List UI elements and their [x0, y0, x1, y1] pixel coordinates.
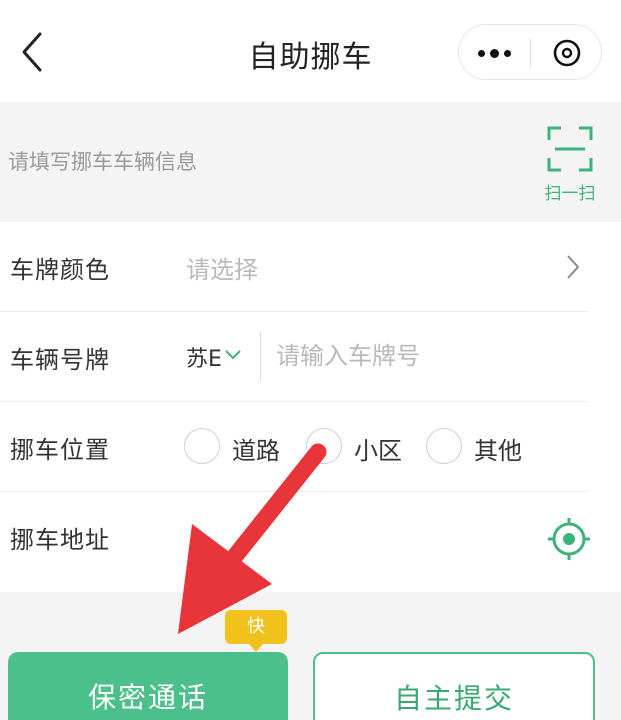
plate-number-input[interactable]: [276, 332, 576, 380]
radio-circle[interactable]: [306, 428, 342, 464]
scan-frame-icon: [547, 126, 593, 172]
plate-divider: [260, 332, 261, 382]
plate-prefix-value: 苏E: [186, 347, 222, 372]
fast-badge: 快: [225, 610, 287, 652]
address-row[interactable]: 挪车地址: [0, 492, 590, 592]
plate-number-label: 车辆号牌: [10, 346, 110, 374]
mini-program-capsule: [458, 24, 602, 80]
radio-road-label: 道路: [232, 437, 280, 465]
vehicle-info-bar: 请填写挪车车辆信息 扫一扫: [0, 102, 621, 222]
plate-color-label: 车牌颜色: [10, 256, 110, 284]
location-row: 挪车位置 道路 小区 其他: [0, 402, 588, 492]
radio-other-label: 其他: [474, 437, 522, 465]
plate-prefix-select[interactable]: 苏E: [186, 341, 241, 373]
radio-circle[interactable]: [184, 428, 220, 464]
scan-label: 扫一扫: [544, 184, 596, 204]
more-dots-icon[interactable]: [459, 25, 529, 81]
plate-color-row[interactable]: 车牌颜色 请选择: [0, 222, 588, 312]
radio-community-label: 小区: [354, 437, 402, 465]
scan-button[interactable]: 扫一扫: [535, 124, 605, 208]
secure-call-button[interactable]: 保密通话: [8, 652, 288, 720]
chevron-down-icon: [224, 343, 242, 368]
chevron-right-icon: [565, 253, 581, 285]
vehicle-info-prompt[interactable]: 请填写挪车车辆信息: [8, 146, 197, 176]
locate-target-icon[interactable]: [546, 516, 592, 566]
location-label: 挪车位置: [10, 436, 110, 464]
self-submit-button[interactable]: 自主提交: [313, 652, 595, 720]
close-circle-icon[interactable]: [539, 25, 597, 81]
capsule-divider: [530, 39, 531, 67]
nav-header: 自助挪车: [0, 0, 621, 102]
plate-color-select[interactable]: 请选择: [186, 250, 258, 285]
radio-circle[interactable]: [426, 428, 462, 464]
plate-number-row: 车辆号牌 苏E: [0, 312, 588, 402]
address-label: 挪车地址: [10, 526, 110, 554]
